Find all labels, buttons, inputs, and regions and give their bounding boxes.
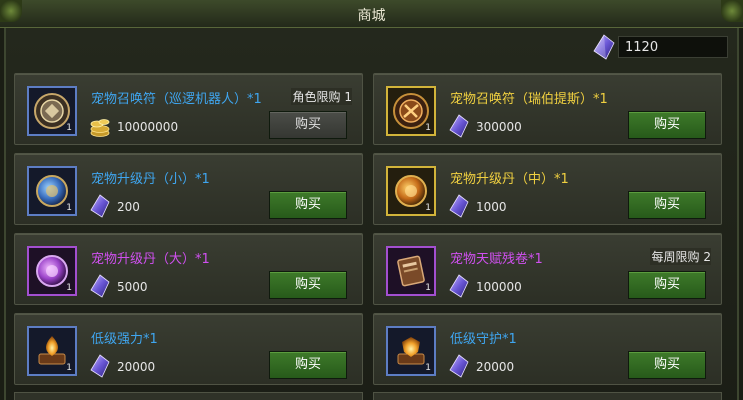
item-quantity: 1 (425, 283, 431, 293)
item-name: 宠物升级丹（小）*1 (91, 172, 210, 187)
buy-button[interactable]: 购买 (269, 351, 347, 379)
item-quantity: 1 (425, 363, 431, 373)
purchase-limit: 每周限购 2 (649, 248, 711, 265)
item-icon-frame[interactable]: 1 (386, 246, 436, 296)
buy-button[interactable]: 购买 (628, 191, 706, 219)
item-name: 宠物天赋残卷*1 (450, 252, 543, 267)
item-price: 100000 (476, 280, 522, 294)
item-price: 20000 (476, 360, 515, 374)
item-quantity: 1 (425, 203, 431, 213)
item-quantity: 1 (66, 363, 72, 373)
purchase-limit: 角色限购 1 (290, 88, 352, 105)
item-icon-frame[interactable]: 1 (27, 86, 77, 136)
item-icon-frame[interactable]: 1 (27, 326, 77, 376)
item-icon-frame[interactable]: 1 (386, 326, 436, 376)
buy-button[interactable]: 购买 (269, 191, 347, 219)
crystal-icon (90, 354, 110, 378)
item-name: 宠物召唤符（瑞伯提斯）*1 (450, 92, 608, 107)
title-bar: 商城 (0, 0, 743, 28)
buy-button[interactable]: 购买 (269, 271, 347, 299)
shop-item-card-partial (14, 392, 363, 400)
shop-item-card: 1 宠物升级丹（大）*1 5000 购买 (14, 233, 363, 305)
item-price: 200 (117, 200, 140, 214)
item-quantity: 1 (66, 203, 72, 213)
crystal-icon (593, 34, 615, 60)
currency-amount: 1120 (618, 36, 728, 58)
item-icon-frame[interactable]: 1 (27, 246, 77, 296)
buy-button[interactable]: 购买 (628, 351, 706, 379)
currency-display: 1120 (590, 34, 732, 60)
item-name: 宠物升级丹（大）*1 (91, 252, 210, 267)
crystal-icon (449, 114, 469, 138)
buy-button[interactable]: 购买 (628, 271, 706, 299)
item-name: 低级强力*1 (91, 332, 158, 347)
shop-item-card: 1 低级守护*1 20000 购买 (373, 313, 722, 385)
shop-item-card: 1 宠物召唤符（瑞伯提斯）*1 300000 购买 (373, 73, 722, 145)
buy-button[interactable]: 购买 (628, 111, 706, 139)
item-icon-frame[interactable]: 1 (27, 166, 77, 216)
item-price: 300000 (476, 120, 522, 134)
item-name: 低级守护*1 (450, 332, 517, 347)
corner-ornament-icon (721, 0, 743, 22)
item-quantity: 1 (66, 123, 72, 133)
item-name: 宠物升级丹（中）*1 (450, 172, 569, 187)
window-title: 商城 (357, 8, 386, 24)
item-name: 宠物召唤符（巡逻机器人）*1 (91, 92, 262, 107)
item-price: 5000 (117, 280, 148, 294)
item-quantity: 1 (425, 123, 431, 133)
item-price: 20000 (117, 360, 156, 374)
crystal-icon (449, 194, 469, 218)
shop-item-card: 1 宠物升级丹（中）*1 1000 购买 (373, 153, 722, 225)
item-quantity: 1 (66, 283, 72, 293)
crystal-icon (90, 194, 110, 218)
shop-item-card: 1 宠物升级丹（小）*1 200 购买 (14, 153, 363, 225)
shop-item-card: 1 低级强力*1 20000 购买 (14, 313, 363, 385)
item-price: 1000 (476, 200, 507, 214)
crystal-icon (449, 274, 469, 298)
buy-button[interactable]: 购买 (269, 111, 347, 139)
crystal-icon (449, 354, 469, 378)
item-icon-frame[interactable]: 1 (386, 166, 436, 216)
item-icon-frame[interactable]: 1 (386, 86, 436, 136)
shop-item-card-partial (373, 392, 722, 400)
shop-item-card: 1 宠物召唤符（巡逻机器人）*1 角色限购 1 10000000 购买 (14, 73, 363, 145)
crystal-icon (90, 274, 110, 298)
item-price: 10000000 (117, 120, 179, 134)
gold-coins-icon (90, 119, 110, 137)
shop-item-card: 1 宠物天赋残卷*1 每周限购 2 100000 购买 (373, 233, 722, 305)
